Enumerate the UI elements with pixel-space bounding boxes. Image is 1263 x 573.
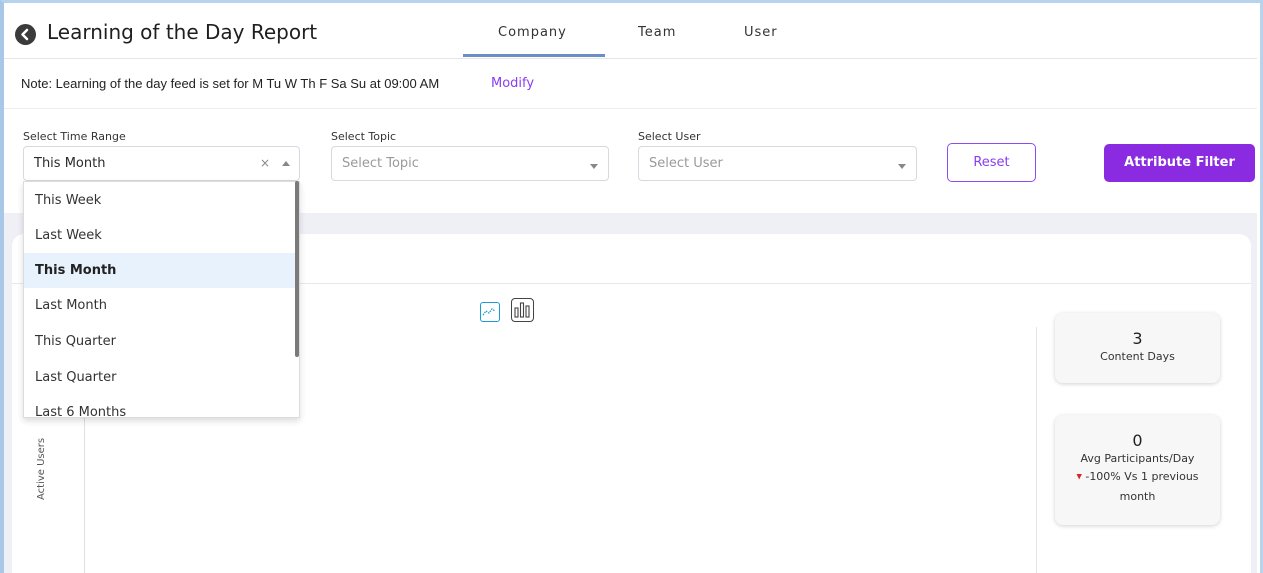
y-axis-label: Active Users <box>36 437 47 500</box>
user-placeholder: Select User <box>649 156 723 171</box>
modify-link[interactable]: Modify <box>491 76 534 91</box>
schedule-note: Note: Learning of the day feed is set fo… <box>21 76 440 91</box>
time-range-label: Select Time Range <box>23 130 126 143</box>
stats-divider <box>1036 327 1037 573</box>
header: Learning of the Day Report Company Team … <box>4 3 1257 59</box>
time-range-value: This Month <box>34 156 106 171</box>
active-tab-indicator <box>463 54 605 57</box>
trend-text: ▼ -100% Vs 1 previous month <box>1055 467 1220 506</box>
topic-select[interactable]: Select Topic <box>331 146 609 181</box>
tab-user[interactable]: User <box>744 25 778 40</box>
content-days-label: Content Days <box>1100 350 1175 363</box>
option-last-week[interactable]: Last Week <box>24 218 296 253</box>
bar-chart-icon[interactable] <box>511 298 534 322</box>
time-range-dropdown: This Week Last Week This Month Last Mont… <box>23 181 300 418</box>
back-arrow-icon[interactable] <box>15 24 36 45</box>
topic-label: Select Topic <box>331 130 397 143</box>
trend-value: -100% Vs 1 previous month <box>1085 470 1199 503</box>
avg-participants-value: 0 <box>1132 431 1143 450</box>
avg-participants-label: Avg Participants/Day <box>1080 452 1195 465</box>
time-range-select[interactable]: This Month × <box>23 146 300 181</box>
topic-placeholder: Select Topic <box>342 156 419 171</box>
chevron-down-icon[interactable] <box>590 164 598 169</box>
user-label: Select User <box>638 130 701 143</box>
trend-down-icon: ▼ <box>1076 472 1082 481</box>
option-last-month[interactable]: Last Month <box>24 288 296 323</box>
option-this-quarter[interactable]: This Quarter <box>24 324 296 359</box>
clear-icon[interactable]: × <box>260 156 270 170</box>
content-days-value: 3 <box>1132 329 1143 348</box>
user-select[interactable]: Select User <box>638 146 917 181</box>
option-this-month[interactable]: This Month <box>24 253 296 288</box>
tab-company[interactable]: Company <box>498 25 567 40</box>
option-last-6-months[interactable]: Last 6 Months <box>24 395 296 417</box>
reset-button[interactable]: Reset <box>947 143 1036 182</box>
attribute-filter-button[interactable]: Attribute Filter <box>1104 144 1255 182</box>
page-title: Learning of the Day Report <box>47 20 318 44</box>
content-days-card: 3 Content Days <box>1055 313 1220 383</box>
chart-y-axis <box>84 418 85 573</box>
line-chart-icon[interactable] <box>480 302 500 322</box>
divider <box>4 108 1257 109</box>
option-last-quarter[interactable]: Last Quarter <box>24 360 296 395</box>
chevron-down-icon[interactable] <box>898 164 906 169</box>
tab-team[interactable]: Team <box>638 25 676 40</box>
chevron-up-icon[interactable] <box>282 161 290 166</box>
dropdown-scrollbar[interactable] <box>295 181 299 357</box>
avg-participants-card: 0 Avg Participants/Day ▼ -100% Vs 1 prev… <box>1055 415 1220 525</box>
option-this-week[interactable]: This Week <box>24 183 296 218</box>
